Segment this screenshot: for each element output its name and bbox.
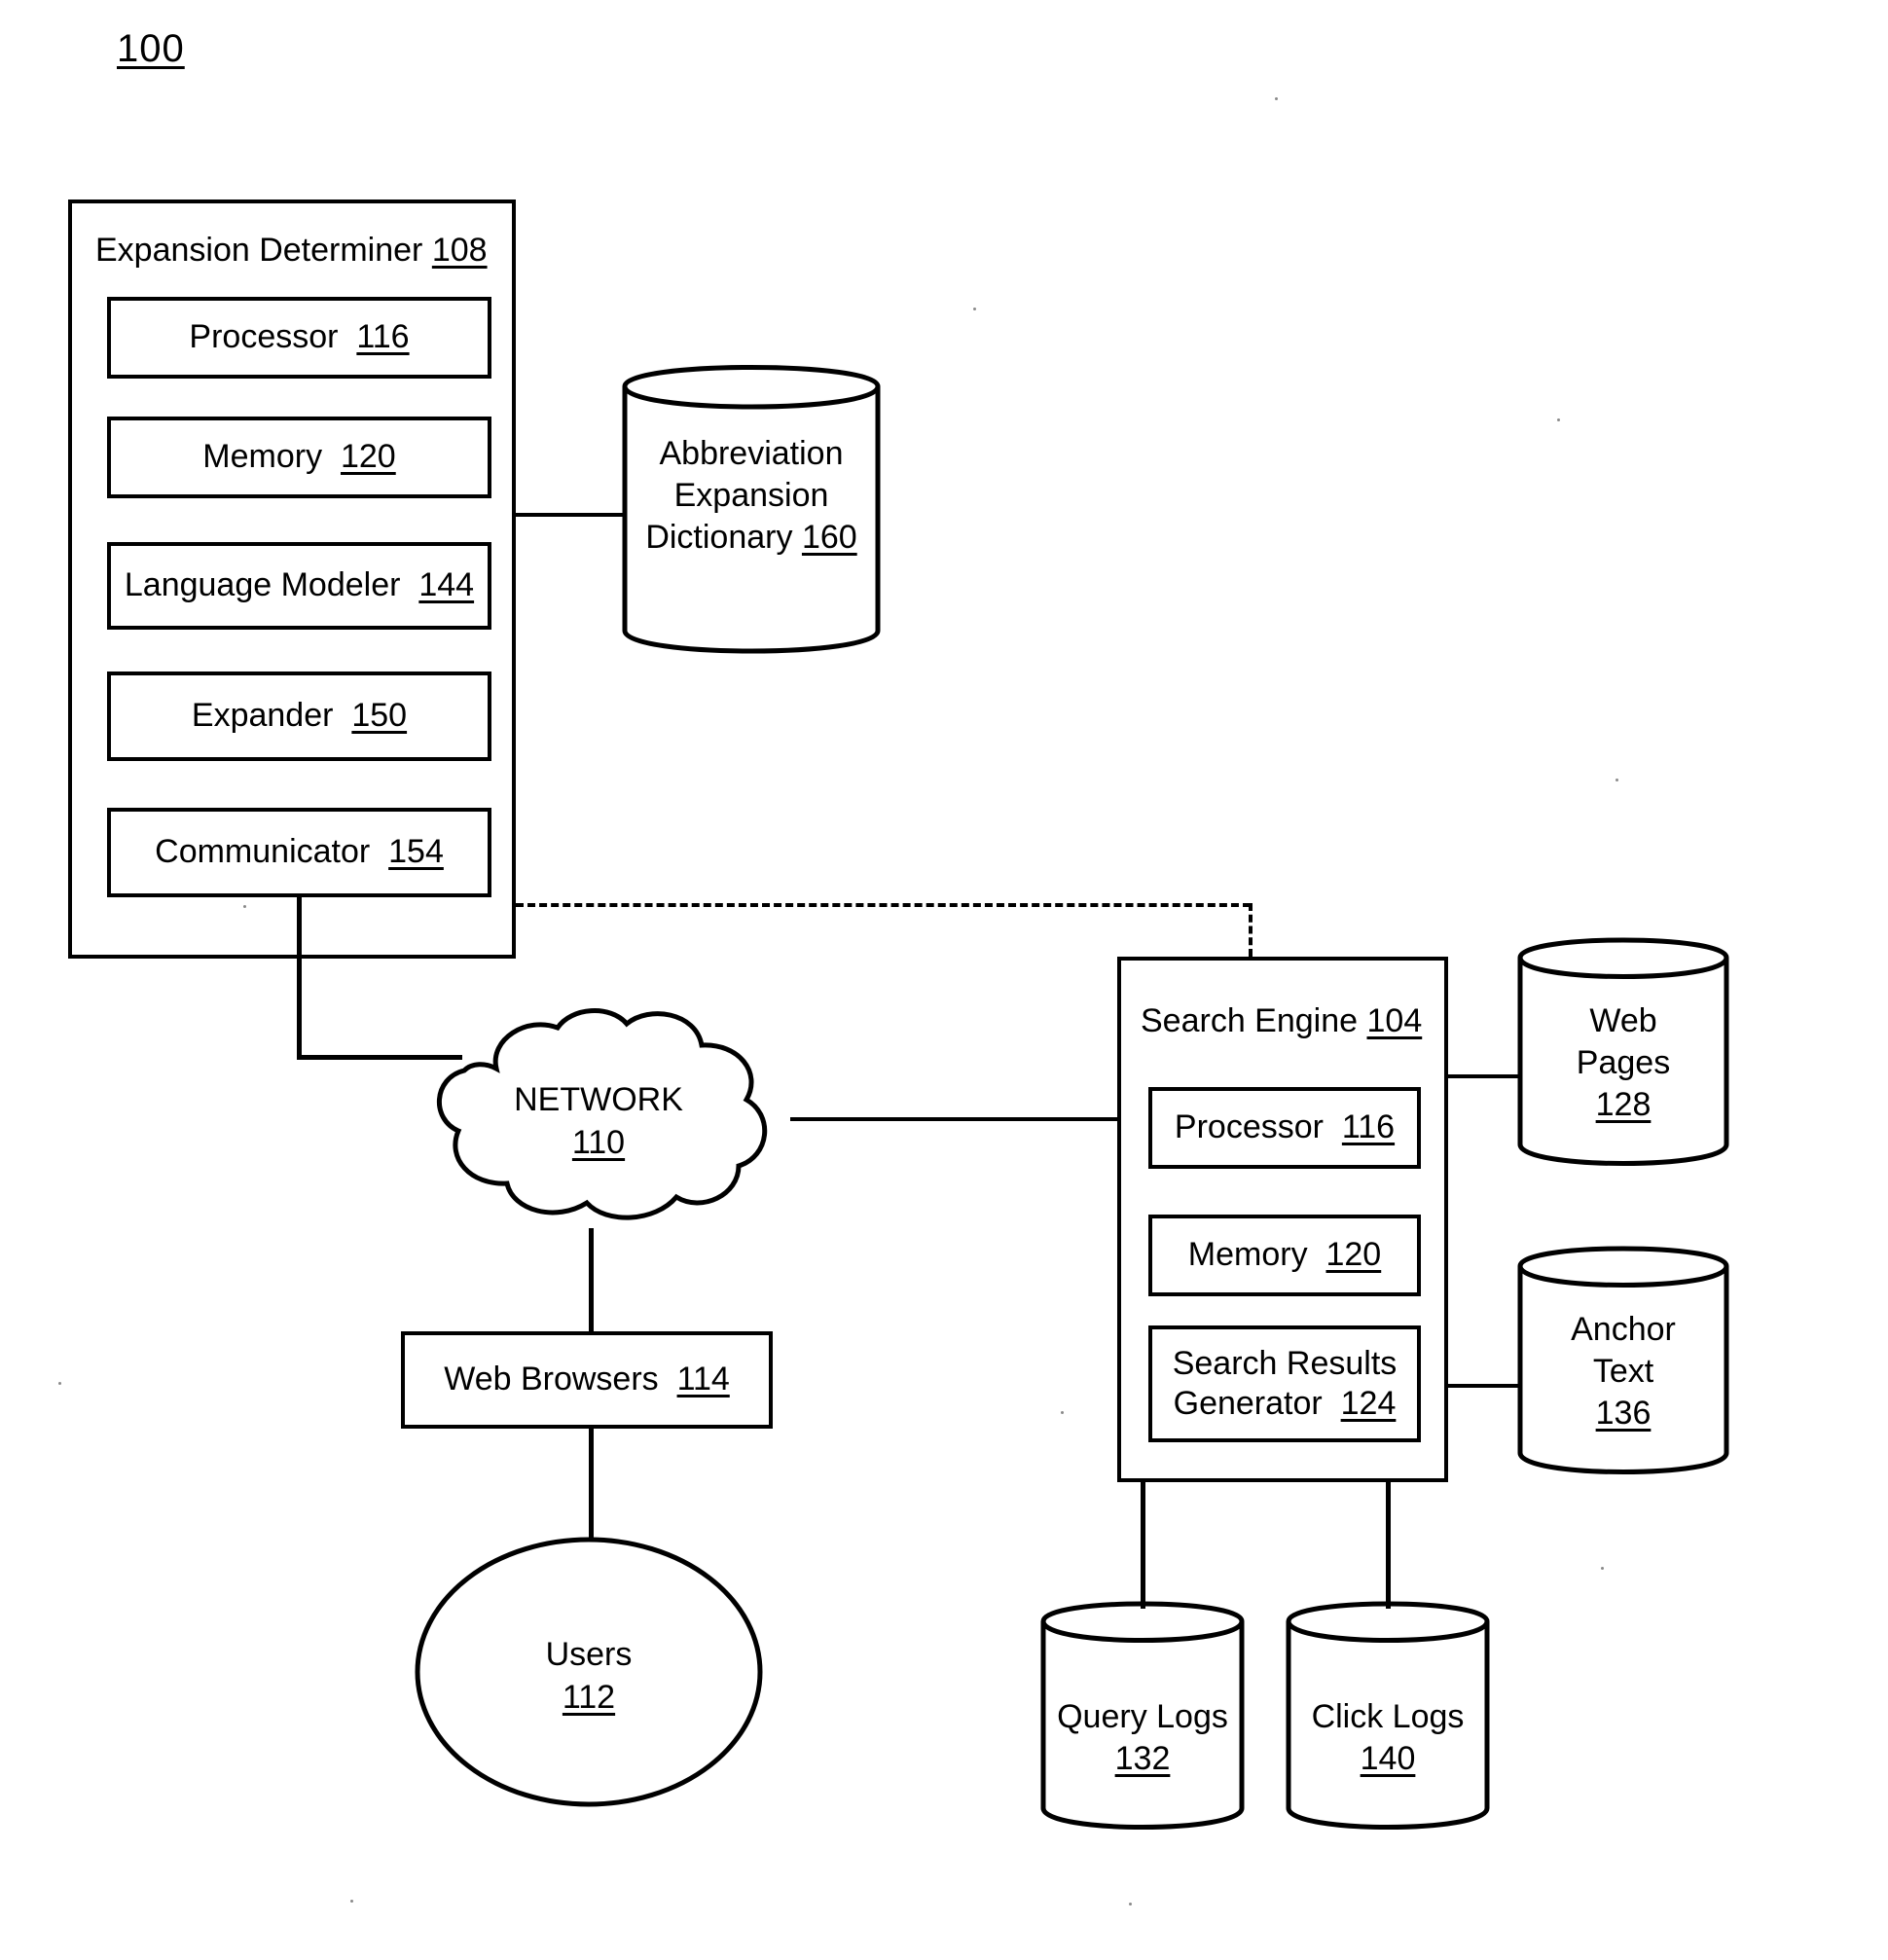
cylinder-shape <box>1517 937 1729 1166</box>
figure-number: 100 <box>117 27 185 70</box>
ed-component-expander: Expander 150 <box>107 671 491 761</box>
patent-figure-canvas: 100 Expansion Determiner 108 Processor 1… <box>0 0 1888 1960</box>
ed-component-memory: Memory 120 <box>107 417 491 498</box>
network-cloud: NETWORK 110 <box>404 1002 793 1236</box>
ed-component-processor: Processor 116 <box>107 297 491 379</box>
se-component-search-results-generator: Search Results Generator 124 <box>1148 1325 1421 1442</box>
cylinder-shape <box>1517 1246 1729 1474</box>
scan-speck <box>1061 1411 1064 1414</box>
ed-component-expander-label: Expander 150 <box>191 697 408 735</box>
network-label: NETWORK 110 <box>514 1081 683 1162</box>
se-component-memory-label: Memory 120 <box>1187 1236 1382 1274</box>
ed-component-communicator: Communicator 154 <box>107 808 491 897</box>
scan-speck <box>243 905 246 908</box>
web-browsers-label: Web Browsers 114 <box>444 1361 730 1398</box>
connector-network-to-search-engine <box>790 1117 1121 1121</box>
connector-browsers-to-users <box>589 1427 594 1540</box>
scan-speck <box>1616 779 1618 781</box>
ed-component-language-modeler: Language Modeler 144 <box>107 542 491 630</box>
web-pages-cylinder: Web Pages 128 <box>1516 923 1730 1180</box>
ed-component-language-modeler-label: Language Modeler 144 <box>124 566 475 604</box>
connector-se-to-click-logs <box>1386 1482 1391 1609</box>
users-ellipse: Users 112 <box>414 1536 764 1808</box>
search-engine-title: Search Engine 104 <box>1141 1002 1422 1040</box>
connector-network-to-browsers <box>589 1228 594 1335</box>
connector-dashed-to-search-engine-vertical <box>1249 903 1253 957</box>
connector-communicator-vertical <box>297 897 302 1058</box>
connector-dashed-to-search-engine-horizontal <box>516 903 1251 907</box>
expansion-determiner-ref: 108 <box>431 232 488 269</box>
ed-component-processor-label: Processor 116 <box>189 318 410 356</box>
search-engine-ref: 104 <box>1366 1002 1423 1039</box>
connector-se-to-anchor-text <box>1446 1384 1522 1388</box>
connector-se-to-query-logs <box>1141 1482 1145 1609</box>
users-label: Users 112 <box>545 1636 633 1717</box>
se-component-search-results-generator-label: Search Results Generator 124 <box>1172 1344 1398 1422</box>
scan-speck <box>1129 1903 1132 1906</box>
expansion-determiner-title: Expansion Determiner 108 <box>95 232 488 270</box>
web-browsers-box: Web Browsers 114 <box>401 1331 773 1429</box>
se-component-memory: Memory 120 <box>1148 1215 1421 1296</box>
cylinder-shape <box>622 365 881 654</box>
abbreviation-expansion-dictionary-cylinder: Abbreviation Expansion Dictionary 160 <box>621 345 882 671</box>
scan-speck <box>350 1900 353 1903</box>
search-engine-title-text: Search Engine <box>1141 1002 1359 1039</box>
scan-speck <box>1601 1567 1604 1570</box>
query-logs-cylinder: Query Logs 132 <box>1039 1586 1246 1844</box>
click-logs-cylinder: Click Logs 140 <box>1285 1586 1491 1844</box>
scan-speck <box>58 1382 61 1385</box>
cylinder-shape <box>1286 1601 1490 1830</box>
connector-se-to-web-pages <box>1446 1074 1522 1078</box>
expansion-determiner-title-text: Expansion Determiner <box>95 232 423 269</box>
se-component-processor: Processor 116 <box>1148 1087 1421 1169</box>
scan-speck <box>1275 97 1278 100</box>
se-component-processor-label: Processor 116 <box>1174 1108 1396 1146</box>
ed-component-communicator-label: Communicator 154 <box>155 833 444 871</box>
anchor-text-cylinder: Anchor Text 136 <box>1516 1231 1730 1489</box>
ed-component-memory-label: Memory 120 <box>202 438 396 476</box>
scan-speck <box>973 308 976 310</box>
connector-ed-to-dictionary <box>516 513 625 517</box>
cylinder-shape <box>1040 1601 1245 1830</box>
scan-speck <box>1557 418 1560 421</box>
connector-communicator-to-network <box>297 1055 462 1060</box>
